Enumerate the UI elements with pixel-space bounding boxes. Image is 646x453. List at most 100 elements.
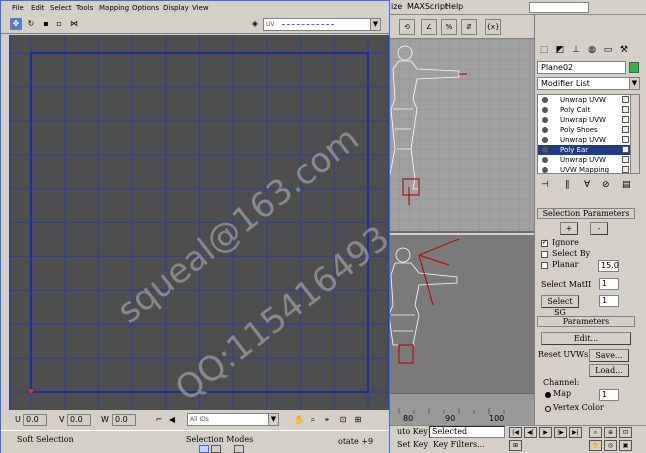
checkbox-icon[interactable] [622,166,629,173]
ignore-backfacing-checkbox[interactable]: ✓ [541,238,548,247]
pan-view-icon[interactable]: ✋ [589,440,602,451]
edge-mode-icon[interactable] [211,445,221,453]
mirror-icon[interactable]: {x} [485,19,501,35]
object-name-field[interactable]: Plane02 [537,61,626,74]
planar-angle-spinner[interactable]: 15.0 [598,260,619,272]
menu-edit[interactable]: Edit [31,4,45,12]
zoom-extents-icon[interactable]: ⊡ [619,427,632,438]
menu-item-maxscript[interactable]: MAXScript [407,2,448,11]
remove-modifier-icon[interactable]: ⊘ [602,180,610,190]
timeline[interactable]: 80 90 100 [389,393,534,425]
selection-parameters-rollout[interactable]: Selection Parameters [537,208,635,219]
bulb-icon[interactable] [542,97,548,103]
zoom-icon[interactable]: ⌕ [589,427,602,438]
bulb-icon[interactable] [542,147,548,153]
key-mode-icon[interactable]: ⊞ [509,440,522,451]
shrink-selection-button[interactable]: - [590,222,608,235]
save-button[interactable]: Save... [589,349,629,362]
create-tab-icon[interactable]: ⬚ [537,43,551,57]
select-sg-button[interactable]: Select SG [541,295,579,317]
motion-tab-icon[interactable]: ◍ [585,43,599,57]
mirror-icon[interactable]: ⋈ [68,18,80,30]
menu-item-customize[interactable]: ize [391,2,402,11]
select-matid-label[interactable]: Select MatII [541,280,591,289]
bulb-icon[interactable] [542,107,548,113]
maximize-viewport-icon[interactable]: ▣ [619,440,632,451]
zoom-extents-icon[interactable]: ⊡ [337,414,349,426]
menu-display[interactable]: Display [163,4,189,12]
named-selection-combo[interactable] [529,2,589,13]
bulb-icon[interactable] [542,167,548,173]
angle-snap-icon[interactable]: ∠ [421,19,437,35]
checkbox-icon[interactable] [622,146,629,153]
stack-item[interactable]: Unwrap UVW [538,135,639,145]
auto-key-label[interactable]: uto Key [397,427,428,436]
previous-frame-icon[interactable]: ◀| [524,427,537,438]
filter-icon[interactable]: ◀ [166,414,178,426]
checkbox-icon[interactable] [622,136,629,143]
texture-dropdown[interactable]: UV ▼ [263,18,381,31]
stack-item[interactable]: Unwrap UVW [538,115,639,125]
menu-select[interactable]: Select [50,4,72,12]
grid-snap-icon[interactable]: ⊞ [352,414,364,426]
stack-item[interactable]: Unwrap UVW [538,155,639,165]
pin-stack-icon[interactable]: ⊣ [541,180,549,190]
uv-canvas[interactable] [9,35,389,410]
display-tab-icon[interactable]: ▭ [601,43,615,57]
select-by-checkbox[interactable] [541,251,548,258]
zoom-region-icon[interactable]: ⌖ [321,414,333,426]
modifier-stack[interactable]: Unwrap UVW Poly Calt Unwrap UVW Poly Sho… [537,94,640,174]
menu-tools[interactable]: Tools [76,4,93,12]
menu-file[interactable]: File [12,4,24,12]
grow-selection-button[interactable]: + [560,222,578,235]
stack-item[interactable]: Unwrap UVW [538,95,639,105]
menu-mapping[interactable]: Mapping [99,4,129,12]
modify-tab-icon[interactable]: ◩ [553,43,567,57]
menu-view[interactable]: View [192,4,209,12]
move-icon[interactable]: ✥ [10,18,22,30]
go-to-end-icon[interactable]: ▶| [569,427,582,438]
show-map-icon[interactable]: ◈ [249,18,261,30]
map-radio[interactable] [545,392,551,398]
modifier-list-dropdown[interactable]: Modifier List ▼ [537,77,640,90]
utilities-tab-icon[interactable]: ⚒ [617,43,631,57]
menu-options[interactable]: Options [132,4,159,12]
percent-snap-icon[interactable]: % [441,19,457,35]
zoom-icon[interactable]: ⌕ [307,414,319,426]
bulb-icon[interactable] [542,127,548,133]
stack-item[interactable]: Poly Shoes [538,125,639,135]
edit-uvw-button[interactable]: Edit... [541,332,631,345]
map-channel-spinner[interactable]: 1 [599,389,619,401]
checkbox-icon[interactable] [622,156,629,163]
viewport-perspective[interactable] [389,233,534,393]
play-icon[interactable]: ▶ [539,427,552,438]
show-end-result-icon[interactable]: ∥ [565,180,570,190]
key-filters-button[interactable]: Key Filters... [433,440,485,449]
spinner-snap-icon[interactable]: ⇵ [461,19,477,35]
v-field[interactable]: 0.0 [67,414,91,426]
face-mode-icon[interactable] [234,445,244,453]
checkbox-icon[interactable] [622,106,629,113]
checkbox-icon[interactable] [622,126,629,133]
bulb-icon[interactable] [542,157,548,163]
scale-icon[interactable]: ▪ [40,18,52,30]
menu-item-help[interactable]: Help [445,2,463,11]
checkbox-icon[interactable] [622,116,629,123]
stack-item[interactable]: UVW Mapping [538,165,639,173]
snap-icon[interactable]: ⟲ [399,19,415,35]
viewport-front[interactable] [389,39,534,231]
make-unique-icon[interactable]: ∀ [584,180,590,190]
checkbox-icon[interactable] [622,96,629,103]
reset-uvws-button[interactable]: Reset UVWs [538,350,588,359]
w-field[interactable]: 0.0 [112,414,136,426]
hierarchy-tab-icon[interactable]: ⊥ [569,43,583,57]
selection-modes-label[interactable]: Selection Modes [186,435,253,444]
soft-selection-label[interactable]: Soft Selection [17,435,74,444]
stack-scrollbar[interactable] [630,95,639,173]
vertex-color-radio[interactable] [545,406,551,412]
zoom-all-icon[interactable]: ⊕ [604,427,617,438]
stack-item-selected[interactable]: Poly Ear [538,145,639,155]
rotate-icon[interactable]: ↻ [25,18,37,30]
object-color-swatch[interactable] [629,62,639,73]
parameters-rollout[interactable]: Parameters [537,316,635,327]
